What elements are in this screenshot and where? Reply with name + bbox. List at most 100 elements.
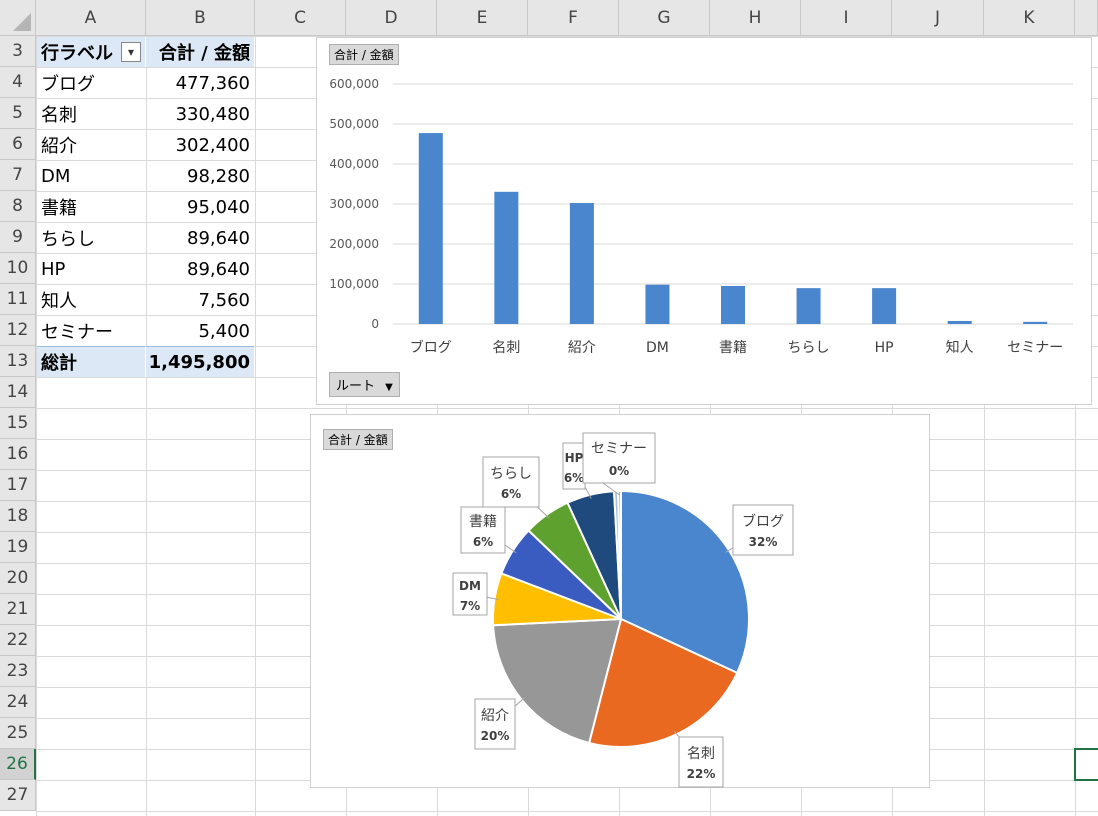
pivot-item-label[interactable]: 知人 bbox=[37, 285, 145, 315]
row-header-25[interactable]: 25 bbox=[0, 718, 36, 749]
pivot-item-label[interactable]: セミナー bbox=[37, 316, 145, 346]
y-tick-label: 600,000 bbox=[329, 77, 379, 91]
bar-8[interactable] bbox=[947, 320, 972, 324]
pivot-item-label[interactable]: 名刺 bbox=[37, 99, 145, 129]
x-tick-label: DM bbox=[646, 340, 669, 356]
pivot-total-label[interactable]: 総計 bbox=[37, 346, 145, 377]
row-header-21[interactable]: 21 bbox=[0, 594, 36, 625]
bar-5[interactable] bbox=[721, 285, 745, 324]
pivot-item-value[interactable]: 98,280 bbox=[146, 161, 254, 191]
pivot-total-value[interactable]: 1,495,800 bbox=[146, 346, 254, 377]
row-header-24[interactable]: 24 bbox=[0, 687, 36, 718]
row-header-7[interactable]: 7 bbox=[0, 160, 36, 191]
pivot-item-value[interactable]: 89,640 bbox=[146, 254, 254, 284]
column-header-D[interactable]: D bbox=[346, 0, 437, 36]
pivot-item-label[interactable]: ちらし bbox=[37, 223, 145, 253]
row-header-18[interactable]: 18 bbox=[0, 501, 36, 532]
bar-9[interactable] bbox=[1023, 321, 1048, 324]
row-label-text: 行ラベル bbox=[41, 43, 113, 64]
row-header-20[interactable]: 20 bbox=[0, 563, 36, 594]
column-header-J[interactable]: J bbox=[892, 0, 984, 36]
column-header-extra[interactable] bbox=[1075, 0, 1098, 36]
row-header-10[interactable]: 10 bbox=[0, 253, 36, 284]
row-header-17[interactable]: 17 bbox=[0, 470, 36, 501]
bar-3[interactable] bbox=[569, 203, 594, 324]
row-header-11[interactable]: 11 bbox=[0, 284, 36, 315]
x-tick-label: ちらし bbox=[788, 340, 830, 356]
row-header-12[interactable]: 12 bbox=[0, 315, 36, 346]
dropdown-triangle-icon: ▼ bbox=[385, 382, 393, 393]
bar-4[interactable] bbox=[645, 284, 670, 324]
column-header-A[interactable]: A bbox=[36, 0, 146, 36]
row-header-3[interactable]: 3 bbox=[0, 36, 36, 67]
pivot-item-value[interactable]: 302,400 bbox=[146, 130, 254, 160]
x-tick-label: セミナー bbox=[1007, 340, 1063, 356]
pivot-item-label[interactable]: HP bbox=[37, 254, 145, 284]
row-header-23[interactable]: 23 bbox=[0, 656, 36, 687]
pivot-item-label[interactable]: DM bbox=[37, 161, 145, 191]
x-tick-label: ブログ bbox=[410, 339, 452, 356]
column-header-B[interactable]: B bbox=[146, 0, 255, 36]
row-header-13[interactable]: 13 bbox=[0, 346, 36, 377]
bar-2[interactable] bbox=[494, 191, 519, 324]
active-cell-selection[interactable] bbox=[1074, 748, 1098, 781]
pie-chart[interactable]: 合計 / 金額 ブログ 32% 名刺 22% 紹介 20% DM 7% 書籍 6% ちらし 6% HP 6… bbox=[310, 414, 930, 788]
y-tick-label: 400,000 bbox=[329, 157, 379, 171]
column-header-G[interactable]: G bbox=[619, 0, 710, 36]
pie-label-name: 書籍 bbox=[469, 513, 497, 530]
y-tick-label: 500,000 bbox=[329, 117, 379, 131]
row-header-6[interactable]: 6 bbox=[0, 129, 36, 160]
row-header-5[interactable]: 5 bbox=[0, 98, 36, 129]
pivot-row-label-header[interactable]: 行ラベル ▾ bbox=[37, 37, 145, 67]
row-header-19[interactable]: 19 bbox=[0, 532, 36, 563]
column-header-E[interactable]: E bbox=[437, 0, 528, 36]
row-header-27[interactable]: 27 bbox=[0, 780, 36, 811]
pie-label-name: ちらし bbox=[490, 466, 532, 482]
x-tick-label: 紹介 bbox=[568, 340, 596, 356]
pie-chart-plot: ブログ 32% 名刺 22% 紹介 20% DM 7% 書籍 6% ちらし 6% HP 6% セミナー 0% bbox=[452, 432, 794, 788]
pivot-item-value[interactable]: 477,360 bbox=[146, 68, 254, 98]
pivot-item-value[interactable]: 95,040 bbox=[146, 192, 254, 222]
pivot-item-label[interactable]: 書籍 bbox=[37, 192, 145, 222]
row-header-15[interactable]: 15 bbox=[0, 408, 36, 439]
y-tick-label: 300,000 bbox=[329, 197, 379, 211]
row-header-9[interactable]: 9 bbox=[0, 222, 36, 253]
pie-label-pct: 20% bbox=[481, 729, 510, 743]
column-header-K[interactable]: K bbox=[984, 0, 1075, 36]
select-all-corner[interactable] bbox=[0, 0, 36, 36]
pie-label-pct: 6% bbox=[564, 471, 584, 485]
row-header-16[interactable]: 16 bbox=[0, 439, 36, 470]
pie-label-pct: 6% bbox=[473, 535, 493, 549]
axis-field-button[interactable]: ルート ▼ bbox=[329, 372, 400, 397]
column-header-F[interactable]: F bbox=[528, 0, 619, 36]
y-tick-label: 100,000 bbox=[329, 277, 379, 291]
row-header-14[interactable]: 14 bbox=[0, 377, 36, 408]
gridline-v bbox=[255, 36, 256, 816]
pivot-item-label[interactable]: ブログ bbox=[37, 68, 145, 98]
column-header-I[interactable]: I bbox=[801, 0, 892, 36]
row-header-4[interactable]: 4 bbox=[0, 67, 36, 98]
y-tick-label: 200,000 bbox=[329, 237, 379, 251]
bar-6[interactable] bbox=[796, 288, 821, 324]
row-header-8[interactable]: 8 bbox=[0, 191, 36, 222]
pivot-item-value[interactable]: 7,560 bbox=[146, 285, 254, 315]
pie-label-name: DM bbox=[459, 579, 481, 593]
row-header-26[interactable]: 26 bbox=[0, 749, 36, 780]
bar-chart-plot: 0 100,000 200,000 300,000 400,000 500,000 600,… bbox=[329, 77, 1073, 356]
pivot-value-header[interactable]: 合計 / 金額 bbox=[146, 37, 254, 67]
pie-label-name: 名刺 bbox=[687, 746, 715, 762]
pivot-item-value[interactable]: 330,480 bbox=[146, 99, 254, 129]
bar-1[interactable] bbox=[418, 133, 443, 324]
bar-7[interactable] bbox=[872, 288, 897, 324]
pivot-item-label[interactable]: 紹介 bbox=[37, 130, 145, 160]
column-header-H[interactable]: H bbox=[710, 0, 801, 36]
pivot-item-value[interactable]: 5,400 bbox=[146, 316, 254, 346]
column-header-C[interactable]: C bbox=[255, 0, 346, 36]
row-header-22[interactable]: 22 bbox=[0, 625, 36, 656]
bar-chart[interactable]: 合計 / 金額 0 100,000 200,000 300,000 400,000 500… bbox=[316, 37, 1092, 405]
x-tick-label: 知人 bbox=[946, 339, 974, 356]
pivot-item-value[interactable]: 89,640 bbox=[146, 223, 254, 253]
pie-label-pct: 0% bbox=[609, 464, 629, 478]
filter-sort-icon[interactable]: ▾ bbox=[121, 42, 141, 62]
axis-field-label: ルート bbox=[336, 379, 376, 394]
